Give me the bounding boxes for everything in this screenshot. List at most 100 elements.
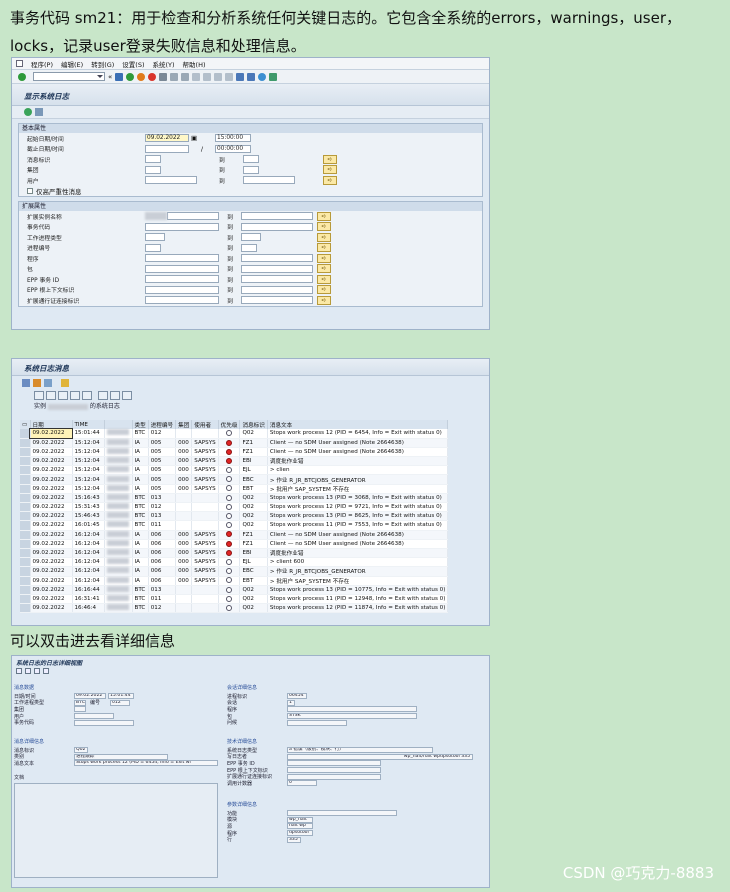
program-from-input[interactable] [145,254,219,263]
multiple-selection-button[interactable]: ➪ [317,285,331,295]
multiple-selection-button[interactable]: ➪ [317,274,331,284]
column-header[interactable] [104,420,133,429]
technical-info-icon[interactable] [43,668,49,674]
refresh-icon[interactable] [22,378,30,387]
multiple-selection-button[interactable]: ➪ [317,232,331,242]
last-page-icon[interactable] [225,72,234,81]
column-header[interactable]: 消息文本 [267,420,449,429]
row-selector[interactable] [20,474,31,485]
menu-item[interactable]: 设置(S) [122,59,144,69]
execute-icon[interactable] [24,108,32,116]
menu-item[interactable]: 程序(P) [31,59,53,69]
back-icon[interactable] [16,668,22,674]
row-selector[interactable] [20,447,31,458]
row-selector[interactable] [20,585,31,595]
multiple-selection-button[interactable]: ➪ [317,211,331,221]
system-menu-icon[interactable] [16,60,23,67]
table-row[interactable]: 09.02.2022 15:12:04 IA 005 000 SAPSYS EBT > 批用户… [20,484,449,494]
table-row[interactable]: 09.02.2022 15:01:44 BTC 012 Q02 Stops work pr… [20,427,449,440]
sort-desc-icon[interactable] [58,391,68,400]
message-id-from-input[interactable] [145,155,161,164]
epp-id-from-input[interactable] [145,275,219,284]
settings-icon[interactable] [33,378,41,387]
wp-type-to-input[interactable] [241,233,261,242]
export-icon[interactable] [98,391,108,400]
client-from-input[interactable] [145,165,161,174]
table-row[interactable]: 09.02.2022 16:16:44 BTC 013 Q02 Stops work pr… [20,585,449,595]
package-from-input[interactable] [145,264,219,273]
instance-from-input[interactable] [167,212,219,221]
row-selector[interactable] [20,548,31,559]
table-row[interactable]: 09.02.2022 16:46:4 BTC 012 Q02 Stops work pro… [20,603,449,614]
grid-icon[interactable] [122,391,132,400]
row-selector[interactable] [20,502,31,513]
table-row[interactable]: 09.02.2022 15:46:43 BTC 013 Q02 Stops work pr… [20,511,449,522]
program-to-input[interactable] [241,254,313,263]
row-selector[interactable] [20,438,31,448]
table-row[interactable]: 09.02.2022 16:01:45 BTC 011 Q02 Stops work pr… [20,520,449,531]
row-selector[interactable] [20,539,31,549]
find-icon[interactable] [170,72,179,81]
epp-root-from-input[interactable] [145,285,219,294]
layout-icon[interactable] [269,72,278,81]
row-selector[interactable] [20,603,31,614]
row-selector[interactable] [20,429,31,439]
end-time-input[interactable]: 00:00:00 [215,144,251,153]
row-selector[interactable] [20,594,31,605]
table-row[interactable]: 09.02.2022 15:16:43 BTC 013 Q02 Stops work pr… [20,493,449,504]
table-row[interactable]: 09.02.2022 16:31:41 BTC 011 Q02 Stops work pr… [20,594,449,605]
table-row[interactable]: 09.02.2022 16:12:04 IA 006 000 SAPSYS FZ1 Clien… [20,530,449,540]
next-icon[interactable] [34,668,40,674]
epp-id-to-input[interactable] [241,275,313,284]
table-row[interactable]: 09.02.2022 15:12:04 IA 005 000 SAPSYS EBI 调度批作业… [20,456,449,467]
column-header[interactable]: 消息标识 [239,420,268,429]
back-icon[interactable] [126,72,135,81]
table-row[interactable]: 09.02.2022 15:12:04 IA 005 000 SAPSYS EBC > 作业 … [20,474,449,485]
select-all-cell[interactable]: ▭ [20,420,31,429]
prev-icon[interactable] [25,668,31,674]
multiple-selection-button[interactable]: ➪ [323,175,337,185]
multiple-selection-button[interactable]: ➪ [323,165,337,175]
end-date-input[interactable] [145,144,189,153]
tcode-to-input[interactable] [241,222,313,231]
row-selector[interactable] [20,465,31,476]
filter-icon[interactable] [34,391,44,400]
sort-asc-icon[interactable] [46,391,56,400]
print-icon[interactable] [82,391,92,400]
table-row[interactable]: 09.02.2022 16:12:04 IA 006 000 SAPSYS EBC > 作业 … [20,566,449,577]
row-selector[interactable] [20,484,31,494]
row-selector[interactable] [20,566,31,577]
table-row[interactable]: 09.02.2022 16:12:04 IA 006 000 SAPSYS EBT > 批用户… [20,576,449,586]
command-field[interactable] [33,72,105,81]
user-to-input[interactable] [243,176,295,185]
only-severe-checkbox[interactable] [27,187,33,194]
row-selector[interactable] [20,511,31,522]
sum-icon[interactable] [70,391,80,400]
column-header[interactable]: 集团 [175,420,193,429]
process-no-from-input[interactable] [145,243,161,252]
epp-root-to-input[interactable] [241,285,313,294]
menu-item[interactable]: 转到(G) [91,59,114,69]
layout-icon[interactable] [110,391,120,400]
column-header[interactable]: 日期 [30,420,73,429]
multiple-selection-button[interactable]: ➪ [317,264,331,274]
new-session-icon[interactable] [236,72,245,81]
prev-page-icon[interactable] [203,72,212,81]
row-selector[interactable] [20,493,31,504]
table-row[interactable]: 09.02.2022 15:12:04 IA 005 000 SAPSYS FZ1 Clien… [20,447,449,458]
details-icon[interactable] [44,378,52,387]
column-header[interactable]: TIME [72,420,105,429]
table-row[interactable]: 09.02.2022 15:31:43 BTC 012 Q02 Stops work pr… [20,502,449,513]
message-id-to-input[interactable] [243,155,259,164]
help-icon[interactable] [258,72,267,81]
variant-icon[interactable] [35,108,43,116]
chevron-left-icon[interactable]: « [108,73,112,81]
column-header[interactable]: 使用者 [191,420,219,429]
multiple-selection-button[interactable]: ➪ [317,222,331,232]
multiple-selection-button[interactable]: ➪ [323,154,337,164]
table-row[interactable]: 09.02.2022 15:12:04 IA 005 000 SAPSYS EJL > cli… [20,465,449,476]
column-header[interactable]: 进程编号 [148,420,177,429]
menu-item[interactable]: 系统(Y) [153,59,175,69]
passport-from-input[interactable] [145,296,219,305]
find-next-icon[interactable] [181,72,190,81]
